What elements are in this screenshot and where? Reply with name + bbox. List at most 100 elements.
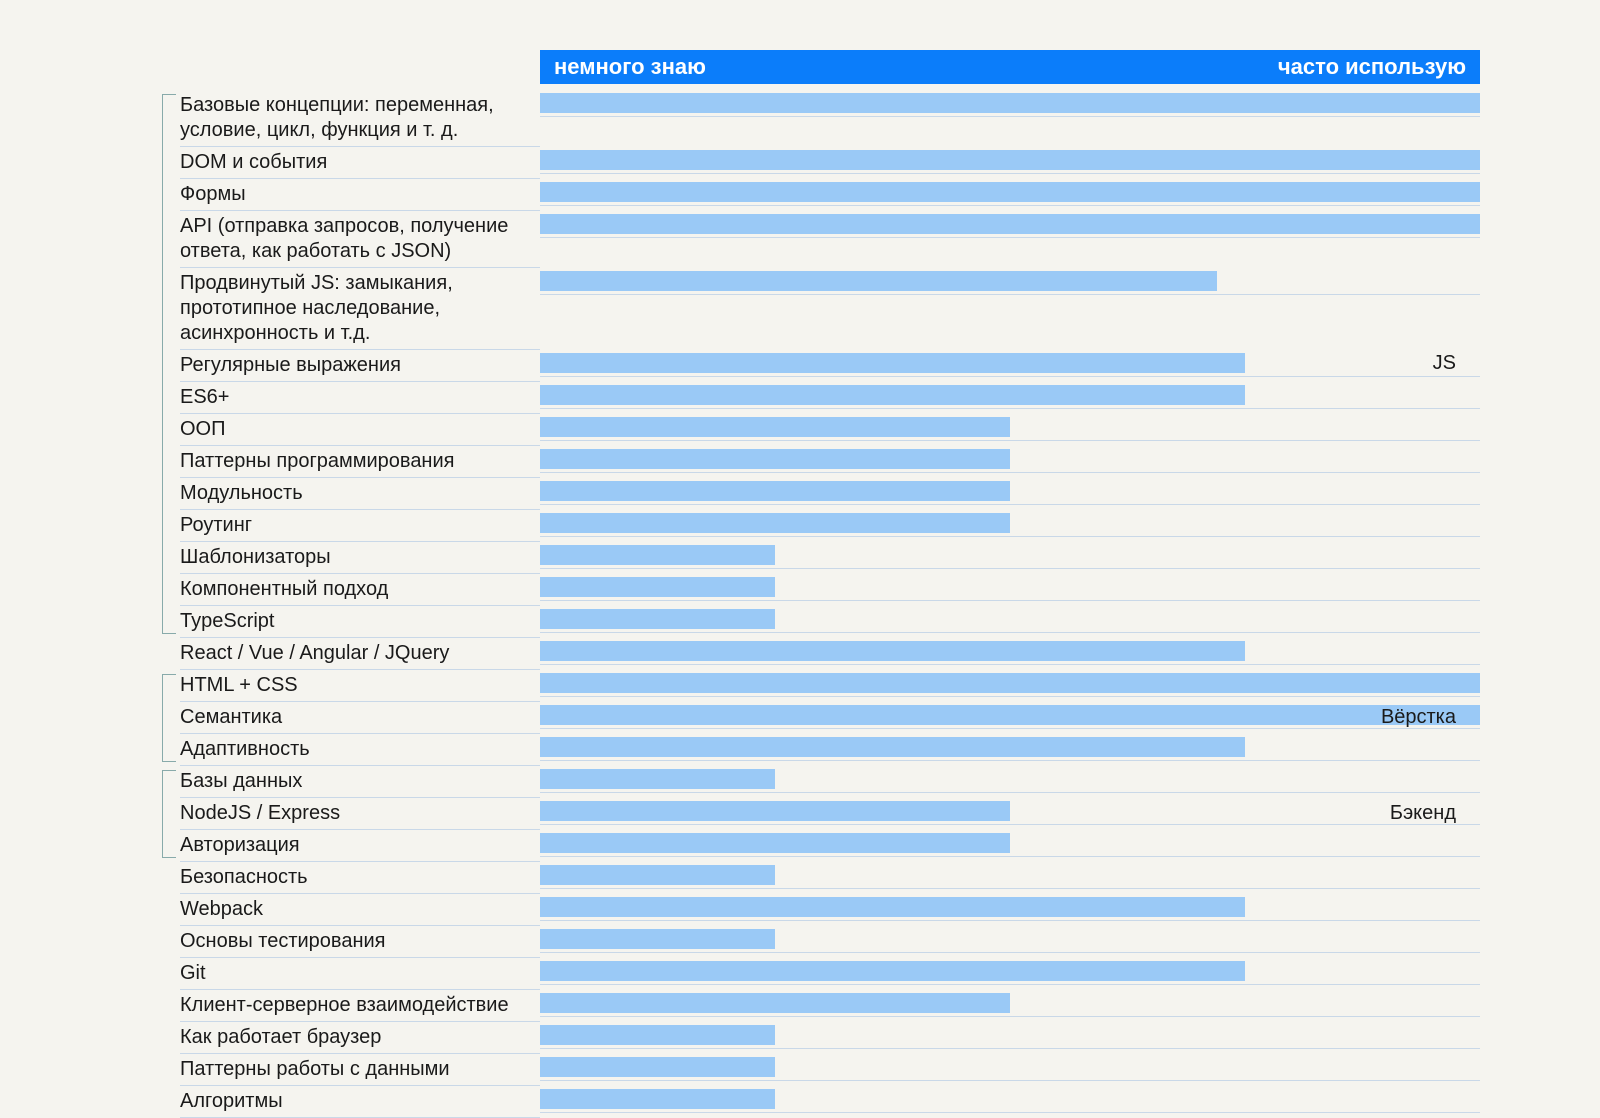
bar-track: [540, 1086, 1480, 1113]
row-label: Регулярные выражения: [180, 350, 540, 382]
category-label: Вёрстка: [1381, 706, 1456, 729]
chart-header: немного знаю часто использую: [100, 50, 1480, 84]
bar-fill: [540, 93, 1480, 113]
bar-track: [540, 478, 1480, 505]
row-label: DOM и события: [180, 147, 540, 179]
bar-track: [540, 574, 1480, 601]
bar-fill: [540, 353, 1245, 373]
bar-track: [540, 798, 1480, 825]
scale-left-label: немного знаю: [554, 54, 706, 80]
bar-fill: [540, 271, 1217, 291]
chart-row: API (отправка запросов, получение ответа…: [100, 211, 1480, 268]
bar-track: [540, 958, 1480, 985]
bar-track: [540, 1054, 1480, 1081]
bar-fill: [540, 961, 1245, 981]
row-label: Продвинутый JS: замыкания, прототипное н…: [180, 268, 540, 350]
bar-fill: [540, 417, 1010, 437]
chart-row: Регулярные выражения: [100, 350, 1480, 382]
chart-row: Паттерны программирования: [100, 446, 1480, 478]
row-label: NodeJS / Express: [180, 798, 540, 830]
chart-row: HTML + CSS: [100, 670, 1480, 702]
bar-fill: [540, 1057, 775, 1077]
chart-row: Шаблонизаторы: [100, 542, 1480, 574]
chart-row: Продвинутый JS: замыкания, прототипное н…: [100, 268, 1480, 350]
bar-fill: [540, 609, 775, 629]
row-label: Базовые концепции: переменная, условие, …: [180, 90, 540, 147]
bar-track: [540, 734, 1480, 761]
category-bracket: [162, 674, 176, 762]
row-label: Паттерны программирования: [180, 446, 540, 478]
row-label: Модульность: [180, 478, 540, 510]
scale-right-label: часто использую: [1278, 54, 1466, 80]
row-label: Компонентный подход: [180, 574, 540, 606]
chart-row: Авторизация: [100, 830, 1480, 862]
bar-fill: [540, 801, 1010, 821]
bar-track: [540, 670, 1480, 697]
bar-track: [540, 894, 1480, 921]
bar-fill: [540, 737, 1245, 757]
bar-track: [540, 862, 1480, 889]
row-label: Webpack: [180, 894, 540, 926]
bar-fill: [540, 513, 1010, 533]
row-label: Адаптивность: [180, 734, 540, 766]
bar-fill: [540, 833, 1010, 853]
row-label: Git: [180, 958, 540, 990]
category-bracket: [162, 770, 176, 858]
bar-track: [540, 606, 1480, 633]
bar-track: [540, 990, 1480, 1017]
chart-row: NodeJS / Express: [100, 798, 1480, 830]
bar-fill: [540, 929, 775, 949]
row-label: Семантика: [180, 702, 540, 734]
bar-track: [540, 147, 1480, 174]
bar-fill: [540, 481, 1010, 501]
row-label: Роутинг: [180, 510, 540, 542]
bar-fill: [540, 1025, 775, 1045]
bar-fill: [540, 641, 1245, 661]
chart-row: DOM и события: [100, 147, 1480, 179]
bar-track: [540, 510, 1480, 537]
bar-fill: [540, 993, 1010, 1013]
row-label: React / Vue / Angular / JQuery: [180, 638, 540, 670]
chart-row: Webpack: [100, 894, 1480, 926]
bar-fill: [540, 897, 1245, 917]
bar-track: [540, 268, 1480, 295]
row-label: ООП: [180, 414, 540, 446]
chart-row: ООП: [100, 414, 1480, 446]
row-label: Базы данных: [180, 766, 540, 798]
chart-row: Формы: [100, 179, 1480, 211]
bar-track: [540, 350, 1480, 377]
scale-bar: немного знаю часто использую: [540, 50, 1480, 84]
skill-chart: немного знаю часто использую Базовые кон…: [100, 50, 1480, 1118]
row-label: Как работает браузер: [180, 1022, 540, 1054]
bar-fill: [540, 385, 1245, 405]
bar-track: [540, 211, 1480, 238]
row-label: Клиент-серверное взаимодействие: [180, 990, 540, 1022]
chart-rows: Базовые концепции: переменная, условие, …: [100, 90, 1480, 1118]
bar-fill: [540, 865, 775, 885]
bar-fill: [540, 705, 1480, 725]
bar-track: [540, 90, 1480, 117]
category-bracket: [162, 94, 176, 634]
chart-row: ES6+: [100, 382, 1480, 414]
chart-row: Роутинг: [100, 510, 1480, 542]
bar-track: [540, 542, 1480, 569]
bar-fill: [540, 769, 775, 789]
row-label: Алгоритмы: [180, 1086, 540, 1118]
chart-row: Клиент-серверное взаимодействие: [100, 990, 1480, 1022]
row-label: API (отправка запросов, получение ответа…: [180, 211, 540, 268]
row-label: Формы: [180, 179, 540, 211]
bar-track: [540, 638, 1480, 665]
bar-track: [540, 766, 1480, 793]
row-label: ES6+: [180, 382, 540, 414]
chart-row: Модульность: [100, 478, 1480, 510]
bar-track: [540, 446, 1480, 473]
bar-track: [540, 926, 1480, 953]
bar-track: [540, 382, 1480, 409]
chart-row: Как работает браузер: [100, 1022, 1480, 1054]
bar-track: [540, 702, 1480, 729]
bar-track: [540, 830, 1480, 857]
bar-fill: [540, 449, 1010, 469]
category-label: Бэкенд: [1390, 802, 1456, 825]
chart-row: Безопасность: [100, 862, 1480, 894]
row-label: Паттерны работы с данными: [180, 1054, 540, 1086]
